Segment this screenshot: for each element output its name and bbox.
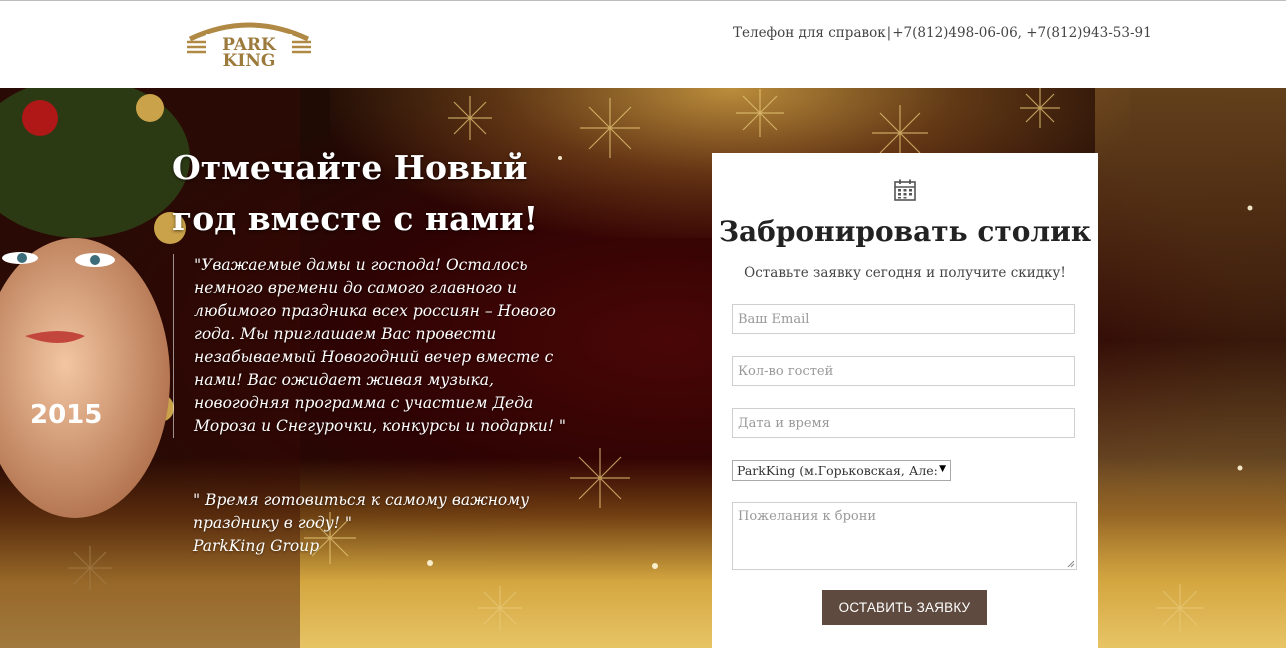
phone-numbers[interactable]: +7(812)498-06-06, +7(812)943-53-91 xyxy=(892,25,1151,41)
email-field[interactable] xyxy=(732,304,1075,334)
tagline-block: " Время готовиться к самому важному праз… xyxy=(193,489,573,558)
wishes-textarea[interactable] xyxy=(732,502,1077,570)
signature: ParkKing Group xyxy=(193,537,320,555)
invitation-quote: "Уважаемые дамы и господа! Осталось немн… xyxy=(194,256,566,435)
datetime-field[interactable] xyxy=(732,408,1075,438)
submit-button[interactable]: ОСТАВИТЬ ЗАЯВКУ xyxy=(822,590,987,625)
dropdown-arrow-icon: ▼ xyxy=(939,464,946,474)
form-title: Забронировать столик xyxy=(718,215,1092,248)
calendar-icon xyxy=(894,179,916,201)
hero-headline: Отмечайте Новый год вместе с нами! xyxy=(172,142,572,244)
location-selected-value: ParkKing (м.Горьковская, Але: xyxy=(737,463,938,478)
headline-line-1: Отмечайте Новый xyxy=(172,148,528,187)
quote-block: "Уважаемые дамы и господа! Осталось немн… xyxy=(173,254,579,438)
svg-text:KING: KING xyxy=(223,51,276,69)
guests-field[interactable] xyxy=(732,356,1075,386)
headline-line-2: год вместе с нами! xyxy=(172,199,539,238)
resize-grip-icon[interactable] xyxy=(1067,560,1075,568)
site-header: PARK KING Телефон для справок|+7(812)498… xyxy=(0,1,1286,88)
form-subtitle: Оставьте заявку сегодня и получите скидк… xyxy=(744,265,1066,281)
phone-info: Телефон для справок|+7(812)498-06-06, +7… xyxy=(733,25,1152,41)
location-select[interactable]: ParkKing (м.Горьковская, Але: ▼ xyxy=(732,460,951,481)
svg-text:2015: 2015 xyxy=(30,400,102,430)
phone-label: Телефон для справок xyxy=(733,25,886,41)
tagline-quote: " Время готовиться к самому важному праз… xyxy=(193,491,530,532)
booking-form-panel: Забронировать столик Оставьте заявку сег… xyxy=(712,153,1098,648)
parkking-logo[interactable]: PARK KING xyxy=(184,17,314,69)
